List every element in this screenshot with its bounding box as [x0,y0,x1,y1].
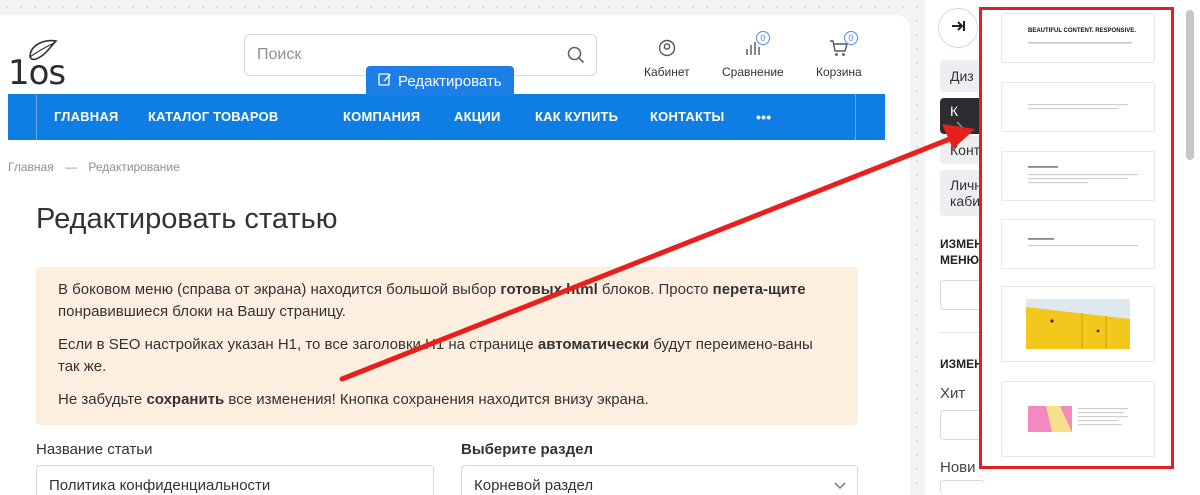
block-preview-image [1026,299,1130,349]
breadcrumb-home[interactable]: Главная [8,160,54,174]
block-thumb-image[interactable] [1001,286,1155,362]
edit-page-button[interactable]: Редактировать [366,66,514,96]
cabinet-label: Кабинет [644,65,690,79]
header-cabinet[interactable]: Кабинет [644,37,690,79]
sidebar-label-hit: Хит [940,385,966,402]
block-preview-text [1028,104,1128,110]
notice-paragraph-2: Если в SEO настройках указан H1, то все … [58,336,813,375]
main-nav: ГЛАВНАЯ КАТАЛОГ ТОВАРОВ КОМПАНИЯ АКЦИИ К… [8,94,885,140]
logo-text: 1os [8,53,66,93]
compare-label: Сравнение [722,65,784,79]
collapse-sidebar-button[interactable] [938,8,978,48]
breadcrumb-separator: — [65,160,78,174]
notice-paragraph-3: Не забудьте сохранить все изменения! Кно… [58,391,649,408]
block-thumb-image-text[interactable] [1001,381,1155,457]
header-cart[interactable]: 0 Корзина [816,31,862,79]
cart-icon: 0 [828,31,858,59]
block-thumb-2[interactable] [1001,82,1155,132]
edit-button-label: Редактировать [398,72,502,90]
info-notice: В боковом меню (справа от экрана) находи… [36,267,858,425]
section-select[interactable]: Корневой раздел [461,465,858,495]
sidebar-heading-menu: ИЗМЕН МЕНЮ [940,237,983,267]
notice-paragraph-1: В боковом меню (справа от экрана) находи… [58,281,806,320]
block-preview-image-text [1028,406,1128,432]
sidebar-label-new: Нови [940,459,976,476]
article-name-label: Название статьи [36,441,153,458]
nav-item-how-to-buy[interactable]: КАК КУПИТЬ [535,94,618,140]
nav-item-promotions[interactable]: АКЦИИ [454,94,501,140]
site-logo[interactable]: 1os [8,39,68,95]
arrow-right-bar-icon [950,18,966,39]
article-name-value: Политика конфиденциальности [49,476,271,494]
cart-label: Корзина [816,65,862,79]
nav-item-company[interactable]: КОМПАНИЯ [343,94,420,140]
page-title: Редактировать статью [36,203,338,235]
block-preview-text-small [1028,238,1138,247]
search-icon[interactable] [556,35,596,75]
block-thumb-3[interactable] [1001,151,1155,201]
page-card: 1os Кабинет 0 Сравнение 0 Корзина Редакт… [0,15,910,495]
sidebar-new-input[interactable] [940,480,985,495]
header-compare[interactable]: 0 Сравнение [722,31,784,79]
section-select-value: Корневой раздел [474,476,594,494]
nav-item-contacts[interactable]: КОНТАКТЫ [650,94,724,140]
nav-item-catalog[interactable]: КАТАЛОГ ТОВАРОВ [148,94,278,140]
html-blocks-panel: BEAUTIFUL CONTENT. RESPONSIVE. [979,7,1174,469]
block-thumb-4[interactable] [1001,219,1155,269]
breadcrumb-current: Редактирование [88,160,180,174]
chevron-down-icon [833,478,847,495]
compare-icon: 0 [742,31,770,59]
nav-more-icon[interactable]: ••• [756,94,771,140]
user-icon [656,37,678,59]
nav-item-home[interactable]: ГЛАВНАЯ [54,94,118,140]
block-thumb-1[interactable]: BEAUTIFUL CONTENT. RESPONSIVE. [1001,13,1155,63]
sidebar-heading-2: ИЗМЕН [940,357,983,371]
section-label: Выберите раздел [461,441,594,458]
block-thumb-1-title: BEAUTIFUL CONTENT. RESPONSIVE. [1028,28,1136,34]
article-name-input[interactable]: Политика конфиденциальности [36,465,434,495]
compare-count-badge: 0 [755,31,770,45]
block-preview-text-heading [1028,166,1138,184]
edit-icon [378,72,392,90]
cart-count-badge: 0 [843,31,858,45]
block-preview-heading [1028,42,1132,44]
breadcrumb: Главная — Редактирование [8,160,180,174]
sidebar-scrollbar[interactable] [1186,10,1194,160]
